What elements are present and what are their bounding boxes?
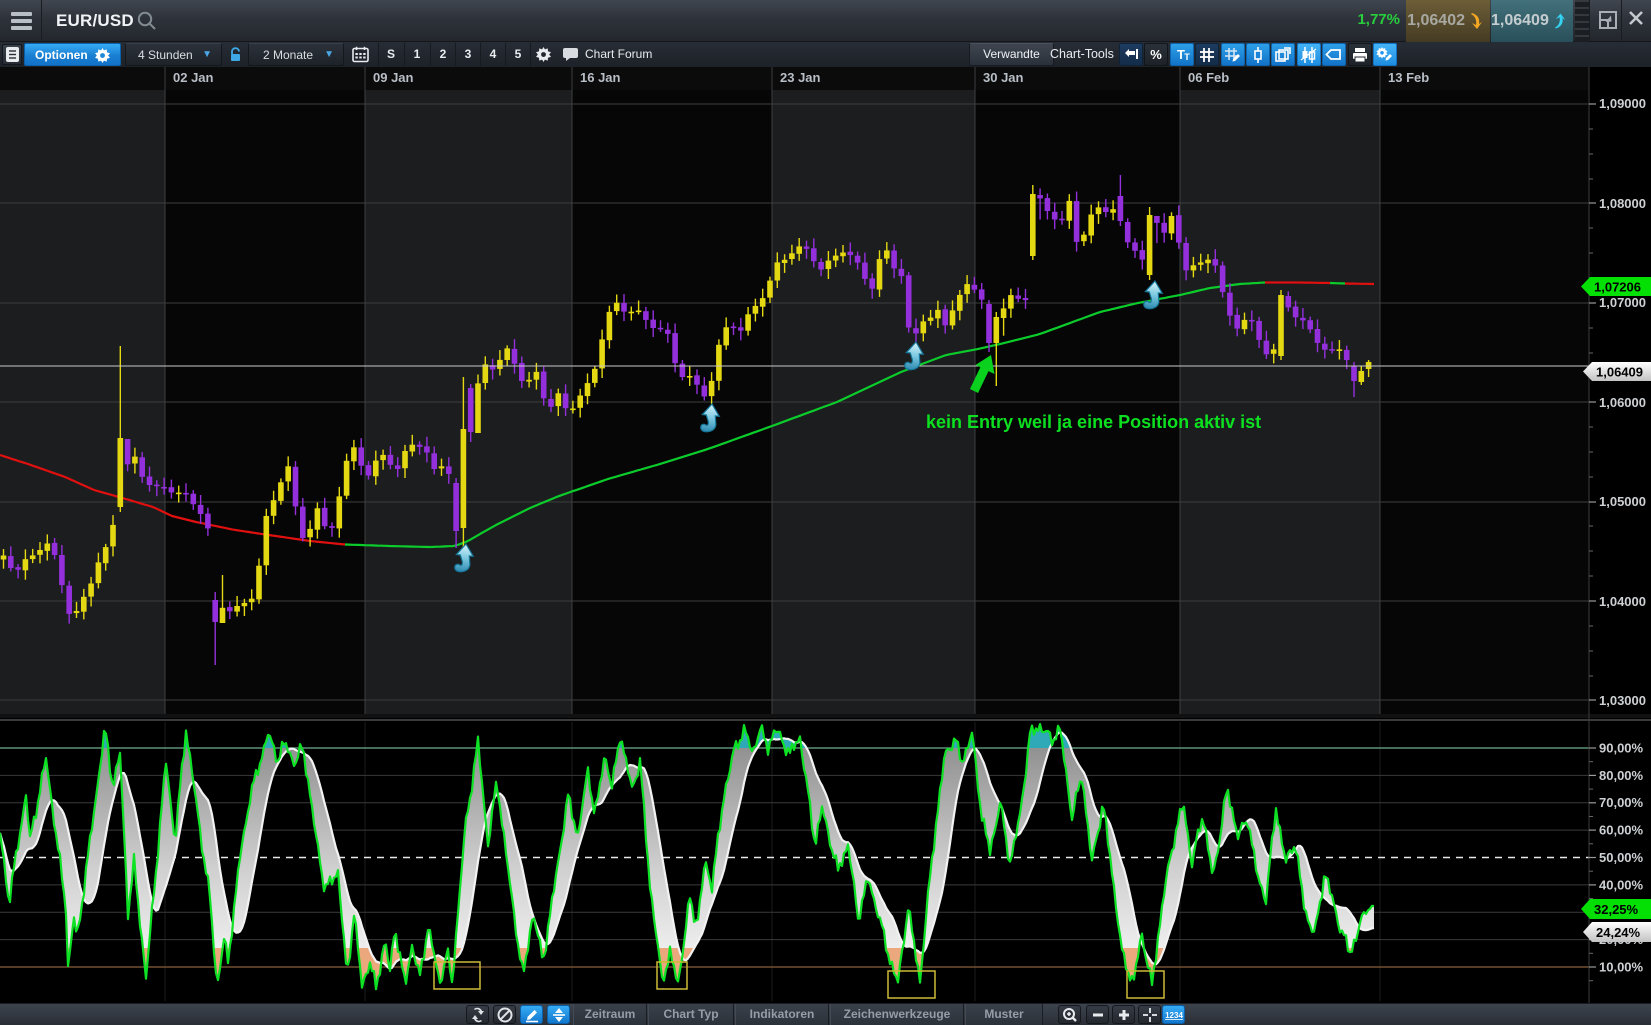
svg-text:70,00%: 70,00% [1599,795,1644,810]
svg-text:24,24%: 24,24% [1596,925,1641,940]
svg-text:T: T [1184,52,1190,62]
svg-text:23 Jan: 23 Jan [780,70,821,85]
svg-text:1,08000: 1,08000 [1599,196,1646,211]
svg-text:1,04000: 1,04000 [1599,594,1646,609]
svg-text:60,00%: 60,00% [1599,823,1644,838]
svg-text:1,03000: 1,03000 [1599,693,1646,708]
svg-text:1,06409: 1,06409 [1596,364,1643,379]
svg-text:1,09000: 1,09000 [1599,96,1646,111]
svg-text:32,25%: 32,25% [1594,902,1639,917]
svg-text:1,05000: 1,05000 [1599,494,1646,509]
svg-text:02 Jan: 02 Jan [173,70,214,85]
svg-text:1,06000: 1,06000 [1599,395,1646,410]
svg-text:06 Feb: 06 Feb [1188,70,1229,85]
svg-text:1,07000: 1,07000 [1599,295,1646,310]
svg-text:90,00%: 90,00% [1599,741,1644,756]
svg-text:16 Jan: 16 Jan [580,70,621,85]
svg-text:30 Jan: 30 Jan [983,70,1024,85]
svg-text:1,07206: 1,07206 [1594,279,1641,294]
svg-text:80,00%: 80,00% [1599,768,1644,783]
svg-text:13 Feb: 13 Feb [1388,70,1429,85]
svg-text:40,00%: 40,00% [1599,877,1644,892]
svg-text:%: % [1150,47,1162,62]
svg-text:09 Jan: 09 Jan [373,70,414,85]
svg-text:1234: 1234 [1165,1011,1183,1020]
svg-text:kein Entry weil ja eine Positi: kein Entry weil ja eine Position aktiv i… [926,412,1261,432]
svg-text:50,00%: 50,00% [1599,850,1644,865]
svg-text:10,00%: 10,00% [1599,960,1644,975]
